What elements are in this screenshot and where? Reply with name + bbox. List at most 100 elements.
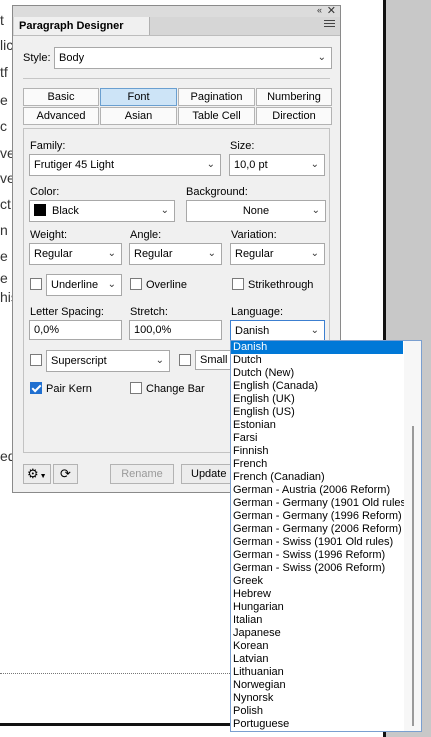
- language-option[interactable]: Greek: [231, 575, 403, 588]
- pair-kern-checkbox[interactable]: [30, 382, 42, 394]
- chevron-down-icon: ⌄: [317, 52, 326, 63]
- underline-dropdown[interactable]: Underline ⌄: [46, 274, 122, 296]
- document-text-fragment: e: [0, 270, 8, 286]
- language-option[interactable]: Farsi: [231, 432, 403, 445]
- document-text-fragment: c: [0, 118, 7, 134]
- language-option[interactable]: Nynorsk: [231, 692, 403, 705]
- background-dropdown[interactable]: None ⌄: [186, 200, 326, 222]
- language-option[interactable]: English (UK): [231, 393, 403, 406]
- close-icon[interactable]: ✕: [327, 4, 336, 17]
- divider: [23, 78, 330, 79]
- superscript-dropdown[interactable]: Superscript ⌄: [46, 350, 170, 372]
- tab-pagination[interactable]: Pagination: [178, 88, 255, 106]
- weight-value: Regular: [34, 248, 73, 260]
- letter-spacing-field[interactable]: 0,0%: [29, 320, 122, 340]
- language-option[interactable]: Latvian: [231, 653, 403, 666]
- tab-direction[interactable]: Direction: [256, 107, 332, 125]
- language-option[interactable]: French: [231, 458, 403, 471]
- language-option[interactable]: German - Austria (2006 Reform): [231, 484, 403, 497]
- underline-checkbox[interactable]: [30, 278, 42, 290]
- superscript-value: Superscript: [51, 355, 107, 367]
- tab-font[interactable]: Font: [100, 88, 177, 106]
- language-option[interactable]: Finnish: [231, 445, 403, 458]
- language-option[interactable]: Japanese: [231, 627, 403, 640]
- language-option[interactable]: Portuguese: [231, 718, 403, 731]
- panel-titlebar[interactable]: [13, 6, 340, 17]
- language-option[interactable]: German - Germany (1996 Reform): [231, 510, 403, 523]
- stretch-field[interactable]: 100,0%: [129, 320, 222, 340]
- angle-value: Regular: [134, 248, 173, 260]
- refresh-button[interactable]: ⟳: [53, 464, 78, 484]
- document-text-fragment: ct: [0, 196, 11, 212]
- gear-icon: ⚙: [27, 466, 39, 481]
- letter-spacing-label: Letter Spacing:: [30, 306, 104, 318]
- family-dropdown[interactable]: Frutiger 45 Light ⌄: [29, 154, 221, 176]
- color-label: Color:: [30, 186, 60, 198]
- tab-table-cell[interactable]: Table Cell: [178, 107, 255, 125]
- collapse-icon[interactable]: «: [317, 5, 322, 15]
- language-option[interactable]: German - Swiss (1996 Reform): [231, 549, 403, 562]
- weight-label: Weight:: [30, 229, 68, 241]
- language-option[interactable]: Hungarian: [231, 601, 403, 614]
- size-value: 10,0 pt: [234, 159, 268, 171]
- document-text-fragment: e: [0, 248, 8, 264]
- document-text-fragment: t: [0, 12, 4, 28]
- language-value: Danish: [235, 325, 270, 337]
- language-option[interactable]: Polish: [231, 705, 403, 718]
- superscript-checkbox[interactable]: [30, 354, 42, 366]
- language-option[interactable]: German - Swiss (2006 Reform): [231, 562, 403, 575]
- tab-advanced[interactable]: Advanced: [23, 107, 99, 125]
- variation-value: Regular: [235, 248, 274, 260]
- document-text-fragment: n: [0, 222, 8, 238]
- overline-checkbox[interactable]: [130, 278, 142, 290]
- chevron-down-icon: ⌄: [107, 279, 116, 290]
- language-option[interactable]: Dutch: [231, 354, 403, 367]
- language-option[interactable]: English (Canada): [231, 380, 403, 393]
- language-option[interactable]: French (Canadian): [231, 471, 403, 484]
- tab-basic[interactable]: Basic: [23, 88, 99, 106]
- chevron-down-icon: ⌄: [310, 159, 319, 170]
- language-option[interactable]: Norwegian: [231, 679, 403, 692]
- style-dropdown[interactable]: Body ⌄: [54, 47, 332, 69]
- language-dropdown[interactable]: Danish ⌄: [230, 320, 325, 342]
- language-option[interactable]: German - Germany (2006 Reform): [231, 523, 403, 536]
- color-value: Black: [52, 205, 79, 217]
- background-value: None: [242, 205, 270, 217]
- language-option[interactable]: English (US): [231, 406, 403, 419]
- scrollbar-thumb[interactable]: [412, 426, 414, 726]
- chevron-down-icon: ⌄: [107, 248, 116, 259]
- weight-dropdown[interactable]: Regular ⌄: [29, 243, 122, 265]
- tab-numbering[interactable]: Numbering: [256, 88, 332, 106]
- chevron-down-icon: ⌄: [311, 205, 320, 216]
- tab-asian[interactable]: Asian: [100, 107, 177, 125]
- size-dropdown[interactable]: 10,0 pt ⌄: [229, 154, 325, 176]
- rename-button[interactable]: Rename: [110, 464, 174, 484]
- language-option[interactable]: Estonian: [231, 419, 403, 432]
- language-option[interactable]: Dutch (New): [231, 367, 403, 380]
- small-caps-dropdown[interactable]: Small C: [195, 350, 231, 370]
- small-caps-checkbox[interactable]: [179, 354, 191, 366]
- color-dropdown[interactable]: Black ⌄: [29, 200, 175, 222]
- chevron-down-icon: ▼: [39, 473, 47, 480]
- language-dropdown-list[interactable]: Danish Dutch Dutch (New) English (Canada) En…: [230, 340, 422, 732]
- change-bar-label: Change Bar: [146, 383, 205, 395]
- commands-menu-button[interactable]: ⚙▼: [23, 464, 51, 484]
- update-button[interactable]: Update: [181, 464, 233, 484]
- language-option[interactable]: Hebrew: [231, 588, 403, 601]
- language-list-scrollbar[interactable]: [404, 341, 421, 731]
- language-option[interactable]: Italian: [231, 614, 403, 627]
- panel-title-tab[interactable]: Paragraph Designer: [14, 17, 150, 35]
- family-value: Frutiger 45 Light: [34, 159, 115, 171]
- language-option[interactable]: Danish: [231, 341, 403, 354]
- variation-dropdown[interactable]: Regular ⌄: [230, 243, 325, 265]
- strikethrough-checkbox[interactable]: [232, 278, 244, 290]
- chevron-down-icon: ⌄: [310, 248, 319, 259]
- language-option[interactable]: German - Swiss (1901 Old rules): [231, 536, 403, 549]
- language-option[interactable]: German - Germany (1901 Old rules): [231, 497, 410, 510]
- language-option[interactable]: Korean: [231, 640, 403, 653]
- angle-dropdown[interactable]: Regular ⌄: [129, 243, 222, 265]
- language-option[interactable]: Lithuanian: [231, 666, 403, 679]
- change-bar-checkbox[interactable]: [130, 382, 142, 394]
- panel-menu-icon[interactable]: [324, 20, 335, 29]
- document-text-fragment: tf: [0, 64, 8, 80]
